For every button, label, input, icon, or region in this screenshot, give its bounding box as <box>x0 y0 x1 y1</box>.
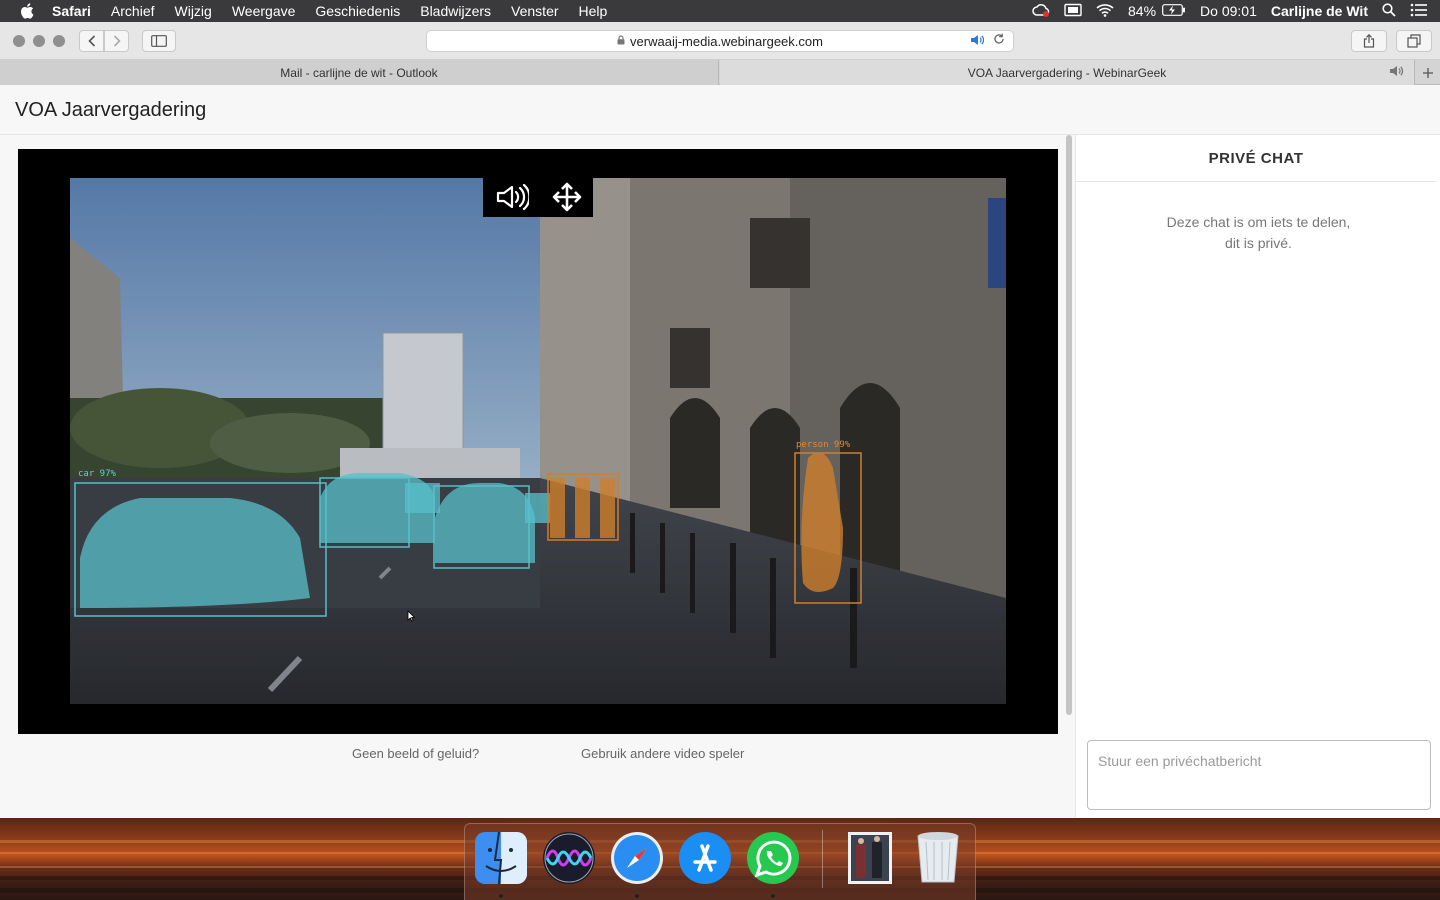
menu-venster[interactable]: Venster <box>511 0 558 22</box>
tab-bar: Mail - carlijne de wit - Outlook VOA Jaa… <box>0 60 1440 85</box>
menu-help[interactable]: Help <box>579 0 608 22</box>
wifi-icon[interactable] <box>1096 3 1114 20</box>
safari-icon[interactable] <box>609 830 665 886</box>
creative-cloud-icon[interactable] <box>1032 3 1050 20</box>
chat-message-input[interactable] <box>1087 740 1431 810</box>
whatsapp-running-indicator <box>771 894 775 898</box>
finder-icon[interactable] <box>473 830 529 886</box>
dock-separator <box>822 830 823 888</box>
tab-audio-icon[interactable] <box>970 34 985 49</box>
finder-running-indicator <box>499 894 503 898</box>
app-store-icon[interactable] <box>677 830 733 886</box>
menu-bar: Safari Archief Wijzig Weergave Geschiede… <box>0 0 1440 22</box>
street-scene-image <box>70 178 1006 704</box>
forward-button[interactable] <box>104 30 129 52</box>
menu-bar-status: 84% Do 09:01 Carlijne de Wit <box>1032 0 1440 22</box>
menu-user-name[interactable]: Carlijne de Wit <box>1271 3 1368 19</box>
siri-icon[interactable] <box>541 830 597 886</box>
show-all-tabs-button[interactable] <box>1396 30 1432 52</box>
battery-percentage: 84% <box>1128 3 1157 19</box>
sidebar-toggle-button[interactable] <box>142 30 176 52</box>
trash-icon[interactable] <box>910 830 966 886</box>
plus-icon <box>1422 67 1433 78</box>
volume-button[interactable] <box>495 183 529 211</box>
menu-clock[interactable]: Do 09:01 <box>1200 3 1257 19</box>
sidebar-icon <box>151 35 167 47</box>
mouse-cursor-icon <box>407 609 416 627</box>
share-button[interactable] <box>1351 30 1387 52</box>
window-close-button[interactable] <box>13 35 25 47</box>
chevron-left-icon <box>87 35 95 47</box>
share-icon <box>1363 34 1375 48</box>
battery-charging-icon[interactable] <box>1162 3 1186 19</box>
notification-center-icon[interactable] <box>1410 3 1428 20</box>
main-scrollbar[interactable] <box>1064 135 1074 715</box>
menu-bladwijzers[interactable]: Bladwijzers <box>420 0 491 22</box>
tab-speaker-icon[interactable] <box>1389 65 1404 80</box>
display-mirroring-icon[interactable] <box>1064 3 1082 20</box>
chat-header: PRIVÉ CHAT <box>1076 135 1436 182</box>
chat-info: Deze chat is om iets te delen, dit is pr… <box>1116 212 1401 254</box>
window-minimize-button[interactable] <box>33 35 45 47</box>
video-frame[interactable]: car 97% person 99% <box>70 178 1006 704</box>
tabs-overview-icon <box>1407 34 1421 48</box>
page-title: VOA Jaarvergadering <box>15 99 207 121</box>
chat-info-line-2: dit is privé. <box>1225 235 1292 251</box>
address-bar[interactable]: verwaaij-media.webinargeek.com <box>426 30 1014 52</box>
photos-stack-icon[interactable] <box>842 830 898 886</box>
speaker-icon <box>496 183 529 211</box>
window-zoom-button[interactable] <box>53 35 65 47</box>
whatsapp-icon[interactable] <box>745 830 801 886</box>
menu-archief[interactable]: Archief <box>111 0 155 22</box>
move-button[interactable] <box>552 182 582 212</box>
move-arrows-icon <box>552 182 581 212</box>
page-header: VOA Jaarvergadering <box>0 85 1440 135</box>
no-media-help-link[interactable]: Geen beeld of geluid? <box>352 746 479 761</box>
apple-icon[interactable] <box>20 3 34 19</box>
spotlight-search-icon[interactable] <box>1382 2 1396 20</box>
tab-title: VOA Jaarvergadering - WebinarGeek <box>967 65 1167 80</box>
chevron-right-icon <box>113 35 121 47</box>
video-player[interactable]: car 97% person 99% <box>18 149 1058 734</box>
menu-geschiedenis[interactable]: Geschiedenis <box>315 0 400 22</box>
alternative-player-link[interactable]: Gebruik andere video speler <box>581 746 744 761</box>
menu-weergave[interactable]: Weergave <box>232 0 296 22</box>
chat-info-line-1: Deze chat is om iets te delen, <box>1166 214 1351 230</box>
tab-webinargeek[interactable]: VOA Jaarvergadering - WebinarGeek <box>720 60 1414 85</box>
tab-outlook[interactable]: Mail - carlijne de wit - Outlook <box>0 60 719 85</box>
scrollbar-thumb[interactable] <box>1066 135 1072 715</box>
reload-icon[interactable] <box>993 32 1005 48</box>
menu-app-safari[interactable]: Safari <box>52 0 91 22</box>
safari-running-indicator <box>635 894 639 898</box>
new-tab-button[interactable] <box>1414 60 1440 85</box>
back-button[interactable] <box>79 30 104 52</box>
detection-label-person: person 99% <box>796 440 851 450</box>
address-url: verwaaij-media.webinargeek.com <box>630 33 823 49</box>
lock-icon <box>617 34 625 48</box>
webpage: VOA Jaarvergadering car 97% person 99% G… <box>0 85 1440 818</box>
tab-title: Mail - carlijne de wit - Outlook <box>280 65 438 80</box>
detection-label-car: car 97% <box>78 469 116 479</box>
player-overlay-controls <box>483 177 593 217</box>
private-chat-panel: PRIVÉ CHAT Deze chat is om iets te delen… <box>1075 135 1440 818</box>
menu-wijzig[interactable]: Wijzig <box>175 0 212 22</box>
browser-toolbar: verwaaij-media.webinargeek.com <box>0 22 1440 60</box>
